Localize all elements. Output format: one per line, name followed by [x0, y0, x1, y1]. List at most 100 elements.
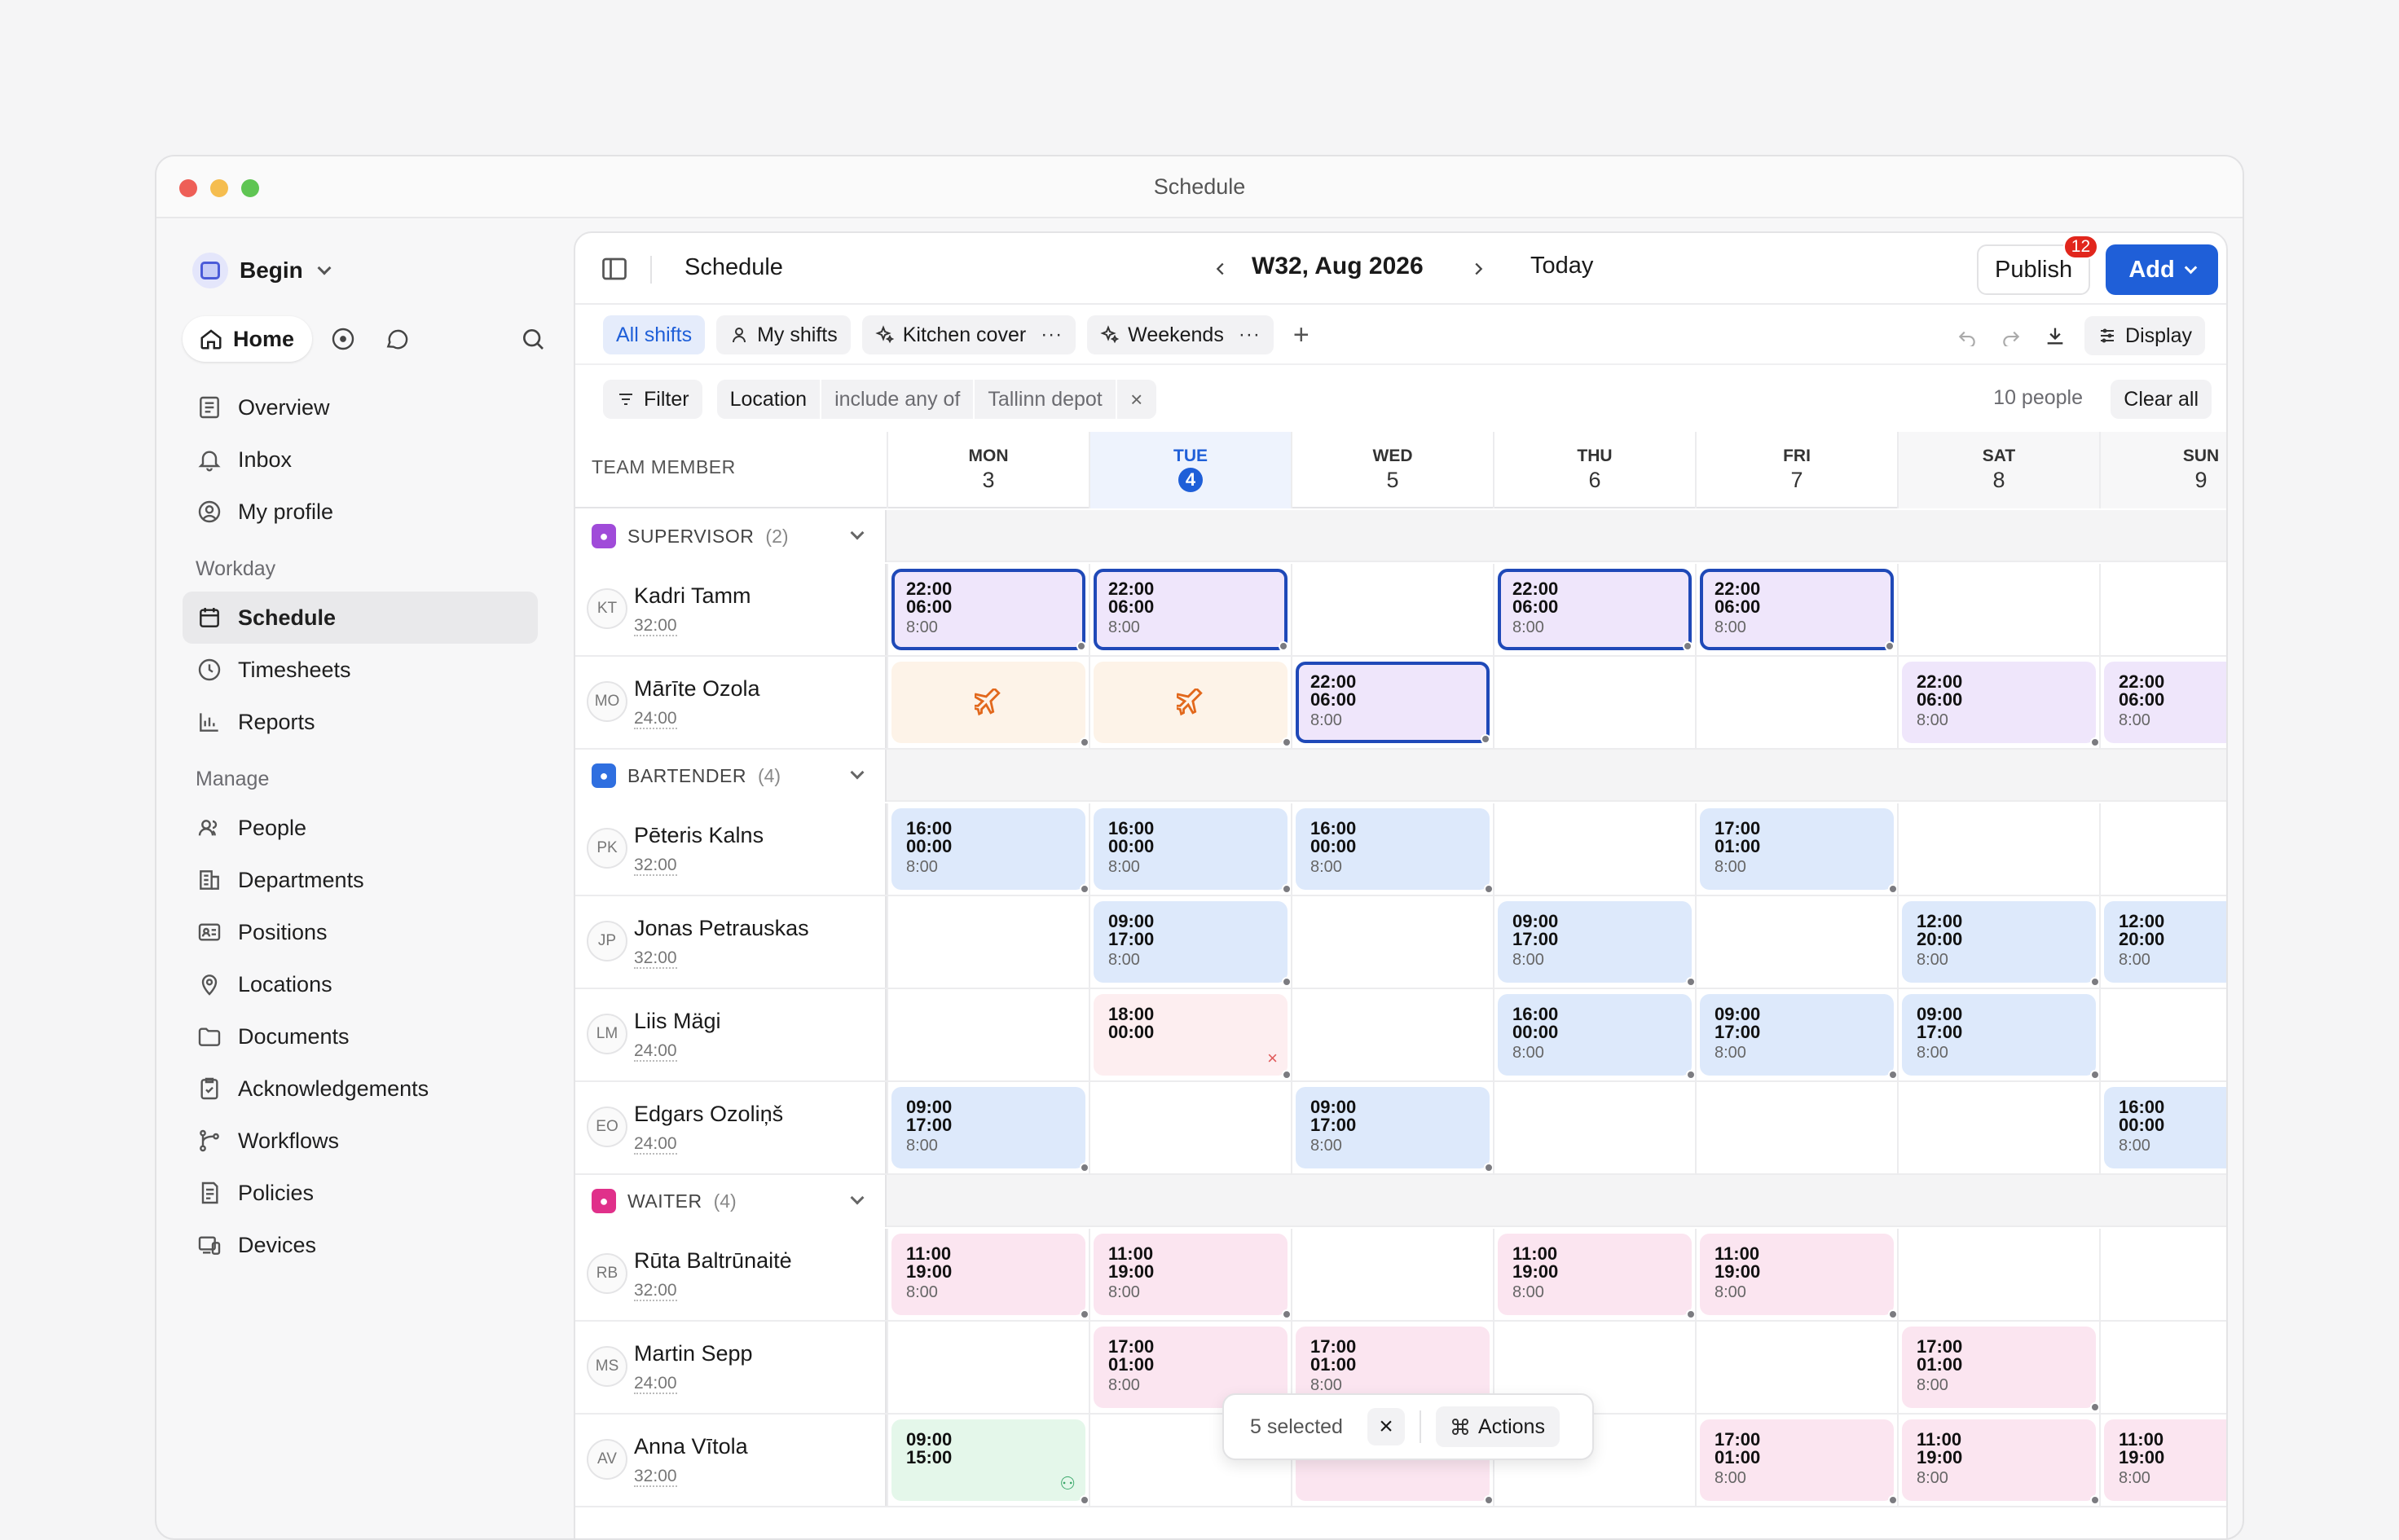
member-cell[interactable]: RB Rūta Baltrūnaitė 32:00: [575, 1229, 887, 1320]
day-cell[interactable]: 09:00 15:00 ⚇: [887, 1415, 1089, 1506]
sidebar-item-positions[interactable]: Positions: [183, 906, 538, 958]
shift-card[interactable]: 18:00 00:00 ×: [1094, 994, 1292, 1080]
day-header-sun[interactable]: SUN 9: [2099, 432, 2226, 508]
day-cell[interactable]: [1695, 1082, 1897, 1173]
shift-card[interactable]: 22:00 06:00 8:00: [1498, 569, 1693, 651]
next-week-button[interactable]: [1464, 254, 1493, 284]
shift-card[interactable]: 11:00 19:00 8:00: [1700, 1234, 1898, 1319]
day-cell[interactable]: 16:00 00:00 8:00: [1089, 803, 1292, 895]
day-header-fri[interactable]: FRI 7: [1695, 432, 1897, 508]
download-button[interactable]: [2040, 316, 2070, 355]
day-cell[interactable]: [2099, 1322, 2226, 1413]
day-cell[interactable]: 17:00 01:00 8:00: [1695, 803, 1898, 895]
member-cell[interactable]: MS Martin Sepp 24:00: [575, 1322, 887, 1413]
resize-handle[interactable]: [1481, 734, 1490, 744]
resize-handle[interactable]: [1279, 641, 1288, 651]
shift-card[interactable]: 22:00 06:00 8:00: [1296, 662, 1490, 744]
day-cell[interactable]: 09:00 17:00 8:00: [1089, 896, 1292, 988]
clear-all-button[interactable]: Clear all: [2111, 380, 2212, 419]
messages-button[interactable]: [374, 316, 420, 362]
add-button[interactable]: Add: [2106, 244, 2218, 295]
member-cell[interactable]: AV Anna Vītola 32:00: [575, 1415, 887, 1506]
shift-card[interactable]: 17:00 01:00 8:00: [1902, 1327, 2100, 1412]
activity-button[interactable]: [320, 316, 366, 362]
undo-button[interactable]: [1952, 316, 1982, 355]
tab-menu-icon[interactable]: ···: [1041, 323, 1063, 346]
sidebar-item-schedule[interactable]: Schedule: [183, 592, 538, 644]
day-cell[interactable]: [1897, 1229, 2099, 1320]
workspace-switcher[interactable]: Begin: [192, 249, 332, 292]
shift-card[interactable]: 12:00 20:00 8:00: [1902, 901, 2100, 987]
tab-weekends[interactable]: Weekends ···: [1087, 315, 1274, 354]
day-header-mon[interactable]: MON 3: [887, 432, 1089, 508]
day-cell[interactable]: [2099, 989, 2226, 1080]
day-cell[interactable]: 16:00 00:00 8:00: [2099, 1082, 2226, 1173]
shift-card[interactable]: 16:00 00:00 8:00: [2104, 1087, 2226, 1168]
day-cell[interactable]: 12:00 20:00 8:00: [2099, 896, 2226, 988]
shift-card[interactable]: 17:00 01:00 8:00: [1700, 808, 1898, 894]
sidebar-item-policies[interactable]: Policies: [183, 1167, 538, 1219]
sidebar-item-timesheets[interactable]: Timesheets: [183, 644, 538, 696]
shift-card[interactable]: 22:00 06:00 8:00: [891, 569, 1086, 651]
shift-card[interactable]: 16:00 00:00 8:00: [1296, 808, 1494, 894]
sidebar-item-reports[interactable]: Reports: [183, 696, 538, 748]
day-cell[interactable]: [887, 989, 1089, 1080]
sidebar-item-people[interactable]: People: [183, 802, 538, 854]
day-cell[interactable]: [2099, 564, 2226, 655]
day-cell[interactable]: 16:00 00:00 8:00: [1493, 989, 1696, 1080]
day-cell[interactable]: 09:00 17:00 8:00: [1897, 989, 2100, 1080]
filter-field[interactable]: Location: [716, 380, 822, 419]
day-cell[interactable]: 22:00 06:00 8:00: [2099, 657, 2226, 748]
day-cell[interactable]: [1291, 564, 1493, 655]
clear-selection-close-icon[interactable]: ×: [1367, 1408, 1405, 1445]
publish-button[interactable]: Publish 12: [1977, 235, 2099, 295]
search-button[interactable]: [510, 316, 556, 362]
chevron-down-icon[interactable]: [850, 1190, 865, 1205]
group-header[interactable]: ● SUPERVISOR (2): [575, 510, 887, 562]
sidebar-item-my-profile[interactable]: My profile: [183, 486, 538, 538]
shift-card[interactable]: 16:00 00:00 8:00: [1094, 808, 1292, 894]
day-cell[interactable]: [1695, 896, 1897, 988]
leave-card[interactable]: [1094, 662, 1292, 747]
member-cell[interactable]: JP Jonas Petrauskas 32:00: [575, 896, 887, 988]
day-cell[interactable]: 11:00 19:00 8:00: [887, 1229, 1089, 1320]
tab-my-shifts[interactable]: My shifts: [716, 315, 851, 354]
day-cell[interactable]: 12:00 20:00 8:00: [1897, 896, 2100, 988]
redo-button[interactable]: [1996, 316, 2026, 355]
tab-all-shifts[interactable]: All shifts: [603, 315, 706, 354]
day-cell[interactable]: 22:00 06:00 8:00: [1695, 564, 1897, 655]
shift-card[interactable]: 09:00 17:00 8:00: [1094, 901, 1292, 987]
actions-button[interactable]: Actions: [1435, 1406, 1560, 1447]
day-cell[interactable]: [1291, 896, 1493, 988]
day-cell[interactable]: [1089, 1082, 1291, 1173]
shift-card[interactable]: 22:00 06:00 8:00: [1902, 662, 2100, 747]
day-cell[interactable]: 17:00 01:00 8:00: [1897, 1322, 2100, 1413]
day-cell[interactable]: [1493, 657, 1695, 748]
day-cell[interactable]: [1897, 1082, 2099, 1173]
day-cell[interactable]: 22:00 06:00 8:00: [1493, 564, 1695, 655]
member-cell[interactable]: KT Kadri Tamm 32:00: [575, 564, 887, 655]
member-cell[interactable]: MO Mārīte Ozola 24:00: [575, 657, 887, 748]
home-button[interactable]: Home: [183, 316, 313, 362]
filter-operator[interactable]: include any of: [821, 380, 975, 419]
group-header[interactable]: ● BARTENDER (4): [575, 750, 887, 802]
member-cell[interactable]: LM Liis Mägi 24:00: [575, 989, 887, 1080]
member-cell[interactable]: PK Pēteris Kalns 32:00: [575, 803, 887, 895]
day-cell[interactable]: 18:00 00:00 ×: [1089, 989, 1292, 1080]
day-cell[interactable]: 09:00 17:00 8:00: [1493, 896, 1696, 988]
shift-card[interactable]: 12:00 20:00 8:00: [2104, 901, 2226, 983]
day-cell[interactable]: [1089, 657, 1292, 748]
day-cell[interactable]: 22:00 06:00 8:00: [1089, 564, 1291, 655]
add-view-plus-icon[interactable]: +: [1285, 319, 1318, 351]
day-cell[interactable]: [1493, 1082, 1695, 1173]
shift-card[interactable]: 09:00 17:00 8:00: [1498, 901, 1696, 987]
filter-button[interactable]: Filter: [603, 380, 702, 419]
day-cell[interactable]: 11:00 19:00 8:00: [2099, 1415, 2226, 1506]
day-cell[interactable]: [887, 657, 1089, 748]
leave-card[interactable]: [891, 662, 1089, 747]
day-cell[interactable]: 11:00 19:00 8:00: [1897, 1415, 2100, 1506]
resize-handle[interactable]: [1076, 641, 1086, 651]
tab-kitchen-cover[interactable]: Kitchen cover ···: [861, 315, 1076, 354]
shift-card[interactable]: 11:00 19:00 8:00: [1094, 1234, 1292, 1319]
day-cell[interactable]: 11:00 19:00 8:00: [1089, 1229, 1292, 1320]
